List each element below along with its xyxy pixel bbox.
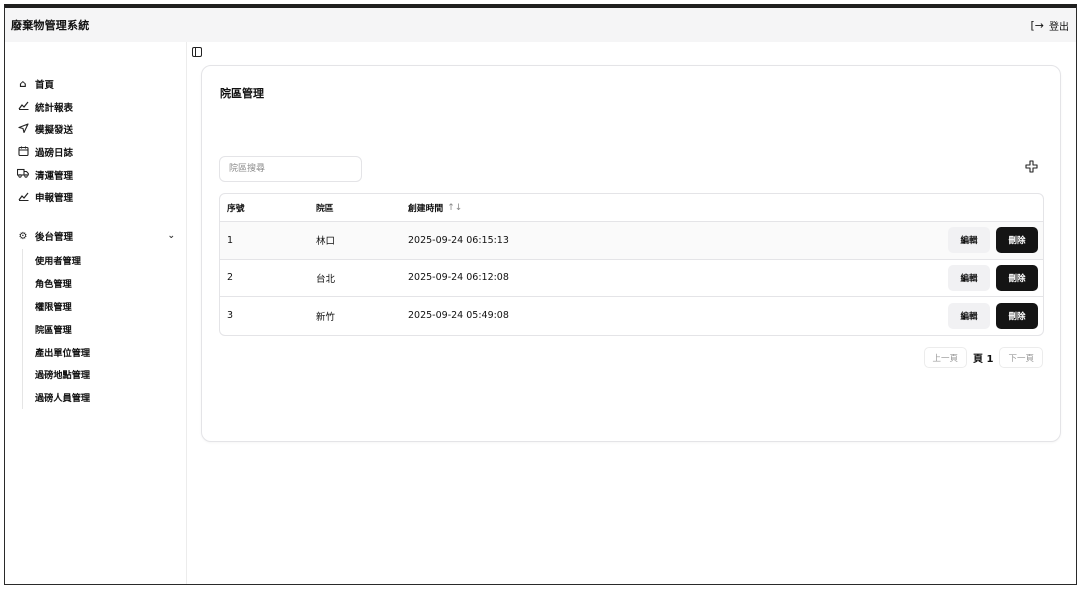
admin-submenu: 使用者管理 角色管理 權限管理 院區管理 產出單位管理 過磅地點管理 過磅人員管… [22,249,175,409]
cell-district: 台北 [316,273,336,285]
row-actions: 編輯 刪除 [948,297,1038,335]
delete-button[interactable]: 刪除 [996,302,1038,329]
logout-label: 登出 [1049,21,1069,33]
sidebar-subitem-roles[interactable]: 角色管理 [35,272,175,295]
column-header-created-label: 創建時間 [408,204,444,214]
cell-created: 2025-09-24 05:49:08 [408,310,509,322]
sidebar-item-admin[interactable]: ⚙ 後台管理 ⌄ [17,225,175,247]
sidebar-subitem-users[interactable]: 使用者管理 [35,249,175,272]
sidebar-item-statistics[interactable]: 統計報表 [17,96,73,119]
row-actions: 編輯 刪除 [948,222,1038,259]
sidebar-subitem-weighing-locations[interactable]: 過磅地點管理 [35,363,175,386]
sidebar-item-label: 過磅日誌 [35,148,74,160]
sidebar-item-weighing-log[interactable]: 過磅日誌 [17,141,73,164]
sidebar-item-label: 首頁 [35,80,55,92]
sidebar-item-label: 統計報表 [35,102,74,114]
table-row: 3 新竹 2025-09-24 05:49:08 編輯 刪除 [220,297,1043,335]
sidebar: ⌂ 首頁 統計報表 模擬發送 過磅日誌 清運管理 申報管理 ⚙ 後台管理 ⌄ 使… [5,42,187,584]
sidebar-item-label: 申報管理 [35,193,74,205]
edit-button[interactable]: 編輯 [948,227,990,254]
sidebar-toggle-button[interactable] [192,47,202,57]
table-header-row: 序號 院區 創建時間 ↑↓ [220,194,1043,222]
cell-id: 2 [227,272,234,284]
delete-button[interactable]: 刪除 [996,264,1038,291]
sidebar-group-admin: ⚙ 後台管理 ⌄ 使用者管理 角色管理 權限管理 院區管理 產出單位管理 過磅地… [17,225,175,409]
sidebar-subitem-weighing-staff[interactable]: 過磅人員管理 [35,386,175,409]
edit-button[interactable]: 編輯 [948,264,990,291]
cell-district: 新竹 [316,311,336,323]
district-table: 序號 院區 創建時間 ↑↓ 1 林口 2025-09-24 06:15:13 編… [219,193,1044,336]
plus-icon [1025,160,1038,173]
sidebar-subitem-permissions[interactable]: 權限管理 [35,295,175,318]
top-bar: 廢棄物管理系統 [→ 登出 [5,8,1076,42]
prev-page-button[interactable]: 上一頁 [923,347,968,368]
column-header-district: 院區 [316,204,334,214]
row-actions: 編輯 刪除 [948,260,1038,297]
sidebar-subitem-output-units[interactable]: 產出單位管理 [35,340,175,363]
search-input[interactable] [219,156,362,182]
send-icon [17,123,29,136]
table-row: 1 林口 2025-09-24 06:15:13 編輯 刪除 [220,222,1043,260]
logout-icon: [→ [1030,18,1044,32]
sort-icon[interactable]: ↑↓ [447,203,462,213]
home-icon: ⌂ [19,78,27,90]
sidebar-nav: ⌂ 首頁 統計報表 模擬發送 過磅日誌 清運管理 申報管理 [16,73,74,209]
page-title: 院區管理 [220,87,264,100]
table-row: 2 台北 2025-09-24 06:12:08 編輯 刪除 [220,260,1043,298]
sidebar-subitem-districts[interactable]: 院區管理 [35,317,175,340]
edit-button[interactable]: 編輯 [948,302,990,329]
truck-icon [16,168,29,181]
sidebar-item-home[interactable]: ⌂ 首頁 [17,73,73,96]
cell-district: 林口 [316,236,336,248]
page-indicator: 頁 1 [973,354,994,365]
column-header-created[interactable]: 創建時間 ↑↓ [408,194,462,221]
sidebar-item-label: 清運管理 [35,170,74,182]
app-window: 廢棄物管理系統 [→ 登出 ⌂ 首頁 統計報表 模擬發送 過磅日誌 清運管理 申… [4,4,1077,585]
chart-icon [17,191,29,204]
gear-icon: ⚙ [18,230,28,242]
cell-created: 2025-09-24 06:15:13 [408,234,509,246]
sidebar-item-declaration[interactable]: 申報管理 [17,186,73,209]
delete-button[interactable]: 刪除 [996,227,1038,254]
column-header-id: 序號 [227,204,245,214]
district-management-card: 院區管理 序號 院區 創建時間 ↑↓ 1 林口 2025-09-24 06:15… [201,65,1061,442]
cell-created: 2025-09-24 06:12:08 [408,272,509,284]
chevron-down-icon: ⌄ [167,231,175,241]
app-title: 廢棄物管理系統 [11,19,90,32]
next-page-button[interactable]: 下一頁 [999,347,1043,368]
calendar-icon [17,146,29,159]
chart-icon [17,100,29,113]
cell-id: 3 [227,310,234,322]
sidebar-item-simulate-send[interactable]: 模擬發送 [17,118,73,141]
logout-button[interactable]: [→ 登出 [1030,18,1069,33]
sidebar-item-label: 後台管理 [35,232,74,243]
sidebar-item-label: 模擬發送 [35,125,74,137]
sidebar-item-transport[interactable]: 清運管理 [16,163,74,186]
pagination: 上一頁 頁 1 下一頁 [923,347,1043,368]
cell-id: 1 [227,234,234,246]
add-button[interactable] [1025,160,1038,176]
